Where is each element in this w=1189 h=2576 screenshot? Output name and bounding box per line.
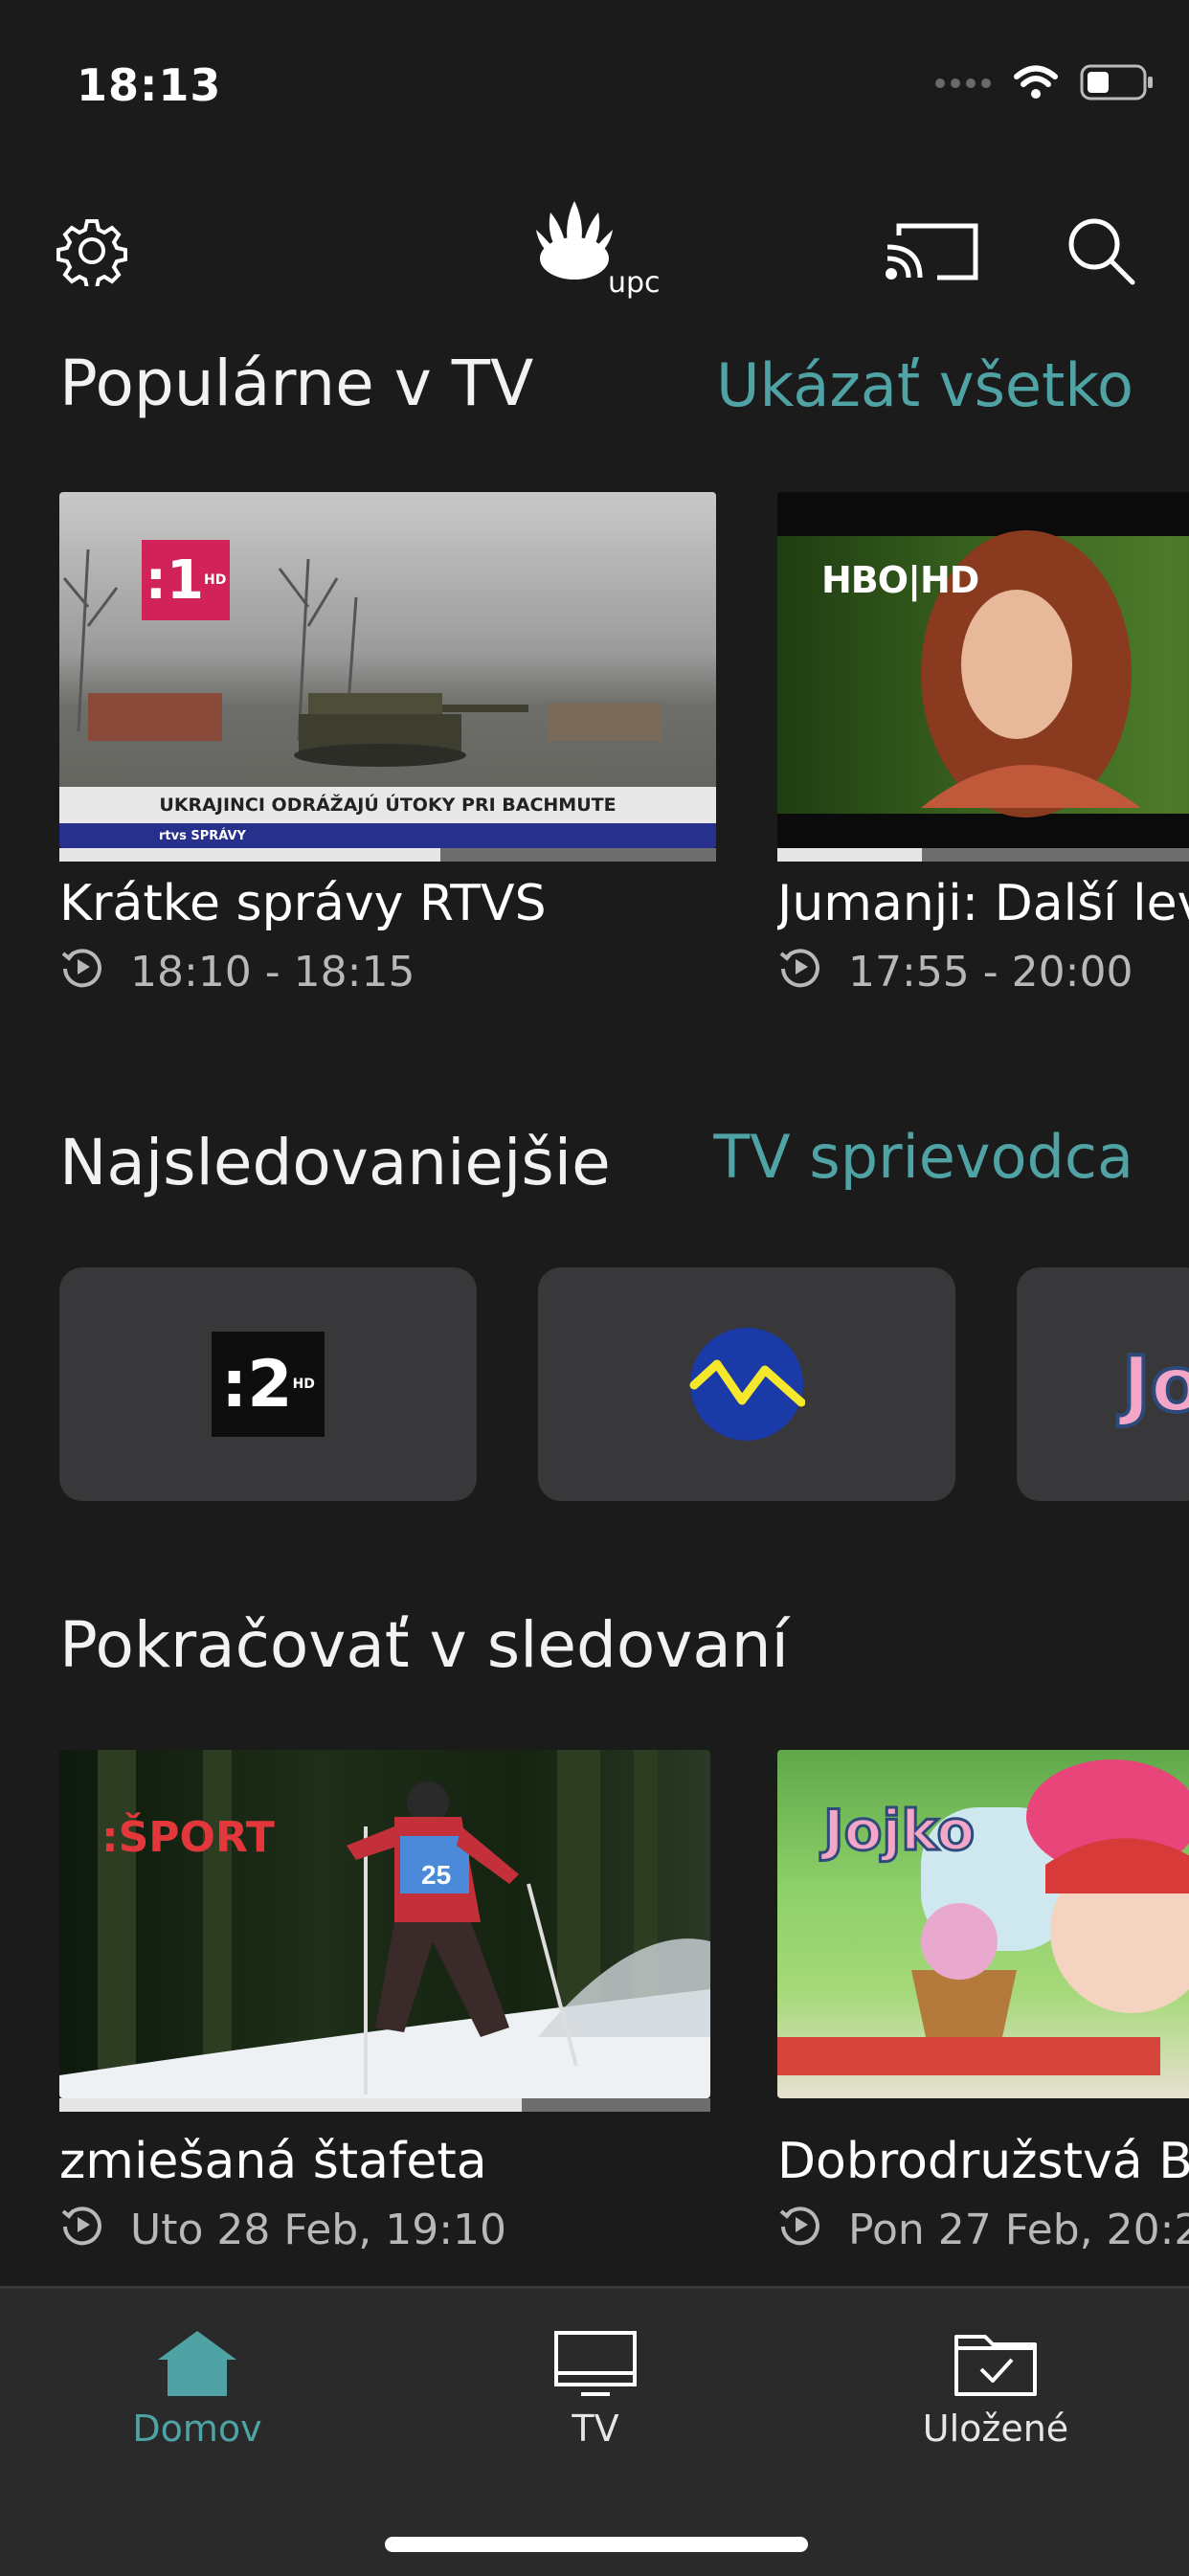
- status-time: 18:13: [77, 59, 222, 111]
- signal-dots-icon: [934, 76, 992, 94]
- popular-card-2-thumbnail: HBO|HD: [777, 492, 1189, 848]
- popular-card-1-progress: [59, 848, 716, 862]
- jojko-badge: Jojko: [821, 1797, 976, 1865]
- replay-icon: [777, 2202, 823, 2258]
- continue-card-1[interactable]: 25 :ŠPORT zmiešaná štafeta Uto 28 Feb, 1…: [59, 1750, 710, 2258]
- tv-guide-link[interactable]: TV sprievodca: [713, 1122, 1133, 1192]
- continue-card-2-thumbnail: Jojko: [777, 1750, 1189, 2098]
- saved-folder-icon: [954, 2335, 1037, 2396]
- channel-1-badge: :1 HD: [142, 540, 230, 620]
- replay-icon: [777, 944, 823, 1000]
- popular-card-2-time: 17:55 - 20:00: [848, 948, 1133, 997]
- settings-gear-icon[interactable]: [54, 213, 130, 289]
- bib-number: 25: [421, 1860, 451, 1890]
- ticker-brand-strip: rtvs SPRÁVY: [59, 823, 716, 848]
- channel-tile-markiza[interactable]: [538, 1267, 955, 1501]
- continue-card-1-time: Uto 28 Feb, 19:10: [130, 2206, 507, 2254]
- popular-card-1-time: 18:10 - 18:15: [130, 948, 415, 997]
- replay-icon: [59, 944, 105, 1000]
- news-ticker: UKRAJINCI ODRÁŽAJÚ ÚTOKY PRI BACHMUTE: [59, 787, 716, 823]
- continue-card-1-progress: [59, 2098, 710, 2112]
- nav-label-saved: Uložené: [922, 2408, 1069, 2450]
- sport-channel-badge: :ŠPORT: [101, 1813, 275, 1862]
- popular-card-1-thumbnail: :1 HD UKRAJINCI ODRÁŽAJÚ ÚTOKY PRI BACHMU…: [59, 492, 716, 848]
- popular-card-2-title: Jumanji: Další leve: [777, 875, 1189, 932]
- popular-card-2-progress: [777, 848, 1189, 862]
- channel-tile-jojko[interactable]: Jo: [1017, 1267, 1189, 1501]
- show-all-link[interactable]: Ukázať všetko: [716, 350, 1133, 420]
- continue-card-1-thumbnail: 25 :ŠPORT: [59, 1750, 710, 2098]
- nav-label-tv: TV: [572, 2408, 619, 2450]
- upc-logo: upc: [531, 191, 665, 306]
- search-icon[interactable]: [1063, 213, 1139, 289]
- replay-icon: [59, 2202, 105, 2258]
- hbo-hd-badge: HBO|HD: [821, 559, 979, 601]
- wifi-icon: [1013, 64, 1059, 104]
- continue-card-2-progress: [777, 2098, 1189, 2112]
- home-indicator-bar: [385, 2537, 808, 2552]
- cast-icon[interactable]: [879, 213, 984, 289]
- popular-card-1[interactable]: :1 HD UKRAJINCI ODRÁŽAJÚ ÚTOKY PRI BACHMU…: [59, 492, 716, 1000]
- home-icon: [158, 2331, 236, 2396]
- continue-card-2[interactable]: Jojko Dobrodružstvá Be Pon 27 Feb, 20:20: [777, 1750, 1189, 2258]
- markiza-logo: [689, 1328, 805, 1441]
- continue-card-2-time: Pon 27 Feb, 20:20: [848, 2206, 1189, 2254]
- continue-section-title: Pokračovať v sledovaní: [59, 1608, 789, 1682]
- popular-section-title: Populárne v TV: [59, 347, 534, 420]
- upc-logo-text: upc: [608, 266, 661, 300]
- continue-card-2-title: Dobrodružstvá Be: [777, 2133, 1189, 2190]
- battery-icon: [1080, 63, 1155, 105]
- nav-item-saved[interactable]: Uložené: [871, 2327, 1120, 2450]
- nav-label-home: Domov: [132, 2408, 262, 2450]
- jojko-logo: Jo: [1120, 1338, 1189, 1431]
- popular-card-2[interactable]: HBO|HD Jumanji: Další leve 17:55 - 20:00: [777, 492, 1189, 1000]
- continue-card-1-title: zmiešaná štafeta: [59, 2133, 487, 2190]
- nav-item-tv[interactable]: TV: [471, 2327, 720, 2450]
- bottom-navigation: Domov TV Uložené: [0, 2286, 1189, 2576]
- status-icons: [934, 63, 1155, 105]
- nav-item-home[interactable]: Domov: [73, 2327, 322, 2450]
- channel-tile-2[interactable]: :2 HD: [59, 1267, 477, 1501]
- most-watched-section-title: Najsledovaniejšie: [59, 1126, 611, 1199]
- tv-icon: [554, 2331, 637, 2396]
- channel-2-logo: :2 HD: [212, 1332, 325, 1437]
- popular-card-1-title: Krátke správy RTVS: [59, 875, 547, 932]
